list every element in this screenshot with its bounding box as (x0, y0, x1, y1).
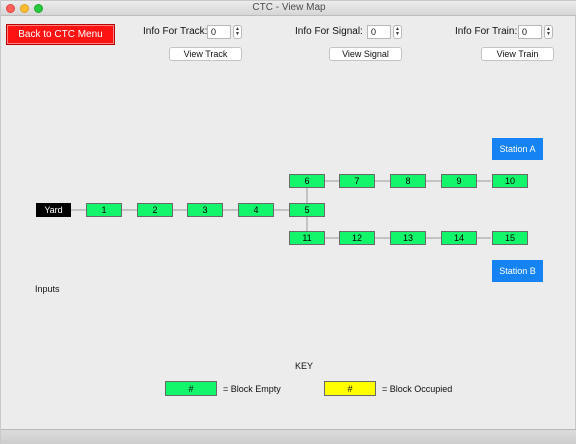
track-block-12[interactable]: 12 (339, 231, 375, 245)
view-track-button[interactable]: View Track (169, 47, 242, 61)
track-info-label: Info For Track: (143, 26, 208, 37)
signal-info-label: Info For Signal: (295, 26, 363, 37)
track-block-9[interactable]: 9 (441, 174, 477, 188)
bottom-bar (1, 429, 576, 444)
signal-number-spinner[interactable]: 0 ▲ ▼ (367, 24, 402, 39)
train-number-spinner[interactable]: 0 ▲ ▼ (518, 24, 553, 39)
ctc-window: CTC - View Map Back to CTC Menu Info For… (0, 0, 576, 444)
station-a[interactable]: Station A (492, 138, 543, 160)
view-train-button[interactable]: View Train (481, 47, 554, 61)
track-block-1[interactable]: 1 (86, 203, 122, 217)
track-block-4[interactable]: 4 (238, 203, 274, 217)
key-occupied-label: = Block Occupied (382, 384, 453, 394)
key-empty-swatch: # (165, 381, 217, 396)
track-block-11[interactable]: 11 (289, 231, 325, 245)
track-block-3[interactable]: 3 (187, 203, 223, 217)
key-occupied-swatch: # (324, 381, 376, 396)
back-to-ctc-menu-button[interactable]: Back to CTC Menu (6, 24, 115, 45)
key-empty-label: = Block Empty (223, 384, 281, 394)
track-block-7[interactable]: 7 (339, 174, 375, 188)
view-signal-button[interactable]: View Signal (329, 47, 402, 61)
track-stepper-arrows-icon[interactable]: ▲ ▼ (233, 24, 242, 39)
track-block-2[interactable]: 2 (137, 203, 173, 217)
yard-block[interactable]: Yard (36, 203, 71, 217)
track-block-8[interactable]: 8 (390, 174, 426, 188)
train-stepper-arrows-icon[interactable]: ▲ ▼ (544, 24, 553, 39)
station-b[interactable]: Station B (492, 260, 543, 282)
title-bar: CTC - View Map (1, 1, 576, 16)
train-number-field[interactable]: 0 (518, 24, 542, 39)
track-block-6[interactable]: 6 (289, 174, 325, 188)
track-block-5[interactable]: 5 (289, 203, 325, 217)
window-title: CTC - View Map (252, 2, 326, 13)
track-block-15[interactable]: 15 (492, 231, 528, 245)
track-number-field[interactable]: 0 (207, 24, 231, 39)
track-block-13[interactable]: 13 (390, 231, 426, 245)
inputs-label: Inputs (35, 284, 60, 294)
key-title: KEY (295, 361, 314, 371)
train-info-label: Info For Train: (455, 26, 518, 37)
track-block-14[interactable]: 14 (441, 231, 477, 245)
track-connector-lines (71, 180, 491, 239)
track-number-spinner[interactable]: 0 ▲ ▼ (207, 24, 242, 39)
signal-stepper-arrows-icon[interactable]: ▲ ▼ (393, 24, 402, 39)
signal-number-field[interactable]: 0 (367, 24, 391, 39)
track-block-10[interactable]: 10 (492, 174, 528, 188)
